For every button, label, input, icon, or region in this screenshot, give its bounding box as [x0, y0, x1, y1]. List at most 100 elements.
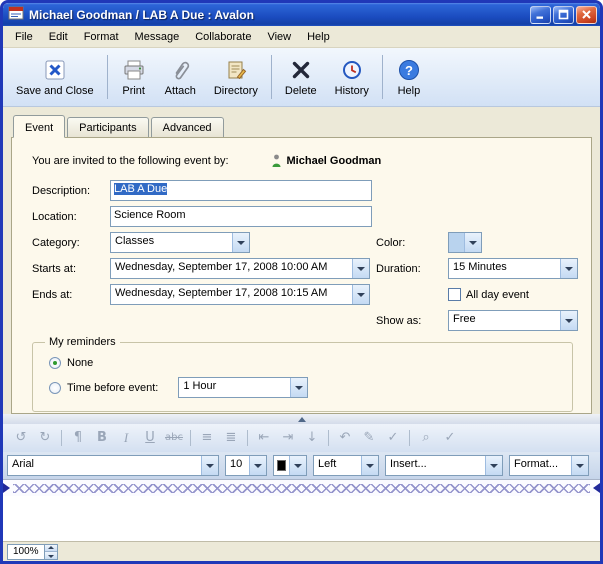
splitter-handle[interactable]: [3, 414, 600, 424]
description-row: Description: LAB A Due: [32, 180, 579, 201]
directory-icon: [223, 57, 249, 83]
toolbar: Save and Close Print Attach: [3, 48, 600, 107]
print-button[interactable]: Print: [112, 50, 156, 104]
title-bar[interactable]: Michael Goodman / LAB A Due : Avalon: [3, 3, 600, 26]
font-color-swatch: [277, 460, 286, 471]
toolbar-separator: [382, 55, 383, 99]
font-color-select[interactable]: [273, 455, 307, 476]
reminder-time-radio[interactable]: [49, 382, 61, 394]
ruler-left-marker[interactable]: [3, 483, 10, 493]
format-separator: [328, 430, 329, 446]
align-left-icon[interactable]: ≡: [196, 428, 218, 448]
directory-button[interactable]: Directory: [205, 50, 267, 104]
zoom-down-icon[interactable]: [45, 551, 57, 559]
find-icon[interactable]: ⌕: [415, 428, 437, 448]
ruler: [3, 479, 600, 496]
event-window: Michael Goodman / LAB A Due : Avalon Fil…: [0, 0, 603, 564]
format-select[interactable]: Format...: [509, 455, 589, 476]
save-and-close-button[interactable]: Save and Close: [7, 50, 103, 104]
font-size-value: 10: [226, 456, 249, 475]
tool-label: Help: [398, 85, 421, 97]
minimize-button[interactable]: [530, 6, 551, 24]
zoom-control[interactable]: 100%: [7, 544, 58, 560]
outdent-icon[interactable]: ⇤: [253, 428, 275, 448]
attach-button[interactable]: Attach: [156, 50, 205, 104]
invite-text: You are invited to the following event b…: [32, 155, 229, 167]
color-swatch: [449, 233, 464, 252]
delete-button[interactable]: Delete: [276, 50, 326, 104]
menu-message[interactable]: Message: [127, 28, 188, 46]
color-label: Color:: [376, 237, 448, 249]
paragraph-icon[interactable]: ¶: [67, 428, 89, 448]
inviter: Michael Goodman: [271, 154, 382, 168]
status-bar: 100%: [3, 541, 600, 561]
tab-participants[interactable]: Participants: [67, 117, 148, 137]
insert-select[interactable]: Insert...: [385, 455, 503, 476]
font-family-value: Arial: [8, 456, 201, 475]
show-as-label: Show as:: [376, 315, 448, 327]
rotate-right-icon[interactable]: ↻: [34, 428, 56, 448]
description-input[interactable]: LAB A Due: [110, 180, 372, 201]
category-value: Classes: [111, 233, 232, 252]
menu-help[interactable]: Help: [299, 28, 338, 46]
indent-icon[interactable]: ⇥: [277, 428, 299, 448]
category-select[interactable]: Classes: [110, 232, 250, 253]
location-input[interactable]: Science Room: [110, 206, 372, 227]
all-day-label: All day event: [466, 289, 529, 301]
undo-icon[interactable]: ↶: [334, 428, 356, 448]
message-body[interactable]: [3, 496, 600, 541]
reminder-none-radio[interactable]: [49, 357, 61, 369]
history-button[interactable]: History: [326, 50, 378, 104]
spellcheck-icon[interactable]: ✓: [439, 428, 461, 448]
font-size-select[interactable]: 10: [225, 455, 267, 476]
starts-label: Starts at:: [32, 263, 110, 275]
zoom-spinner[interactable]: [44, 545, 57, 559]
menu-collaborate[interactable]: Collaborate: [187, 28, 259, 46]
attach-icon: [167, 57, 193, 83]
tab-event[interactable]: Event: [13, 115, 65, 138]
tab-advanced[interactable]: Advanced: [151, 117, 224, 137]
format-separator: [409, 430, 410, 446]
annotate-icon[interactable]: ✎: [358, 428, 380, 448]
color-select[interactable]: [448, 232, 482, 253]
underline-icon[interactable]: U: [139, 428, 161, 448]
chevron-down-icon: [464, 233, 481, 252]
align-value: Left: [314, 456, 361, 475]
toolbar-separator: [107, 55, 108, 99]
tool-label: Print: [122, 85, 145, 97]
ruler-ticks: [13, 484, 590, 493]
save-close-icon: [42, 57, 68, 83]
zoom-value: 100%: [8, 545, 44, 559]
menu-file[interactable]: File: [7, 28, 41, 46]
chevron-down-icon: [290, 378, 307, 397]
align-justify-icon[interactable]: ≣: [220, 428, 242, 448]
print-icon: [121, 57, 147, 83]
bold-icon[interactable]: B: [91, 428, 113, 448]
menu-format[interactable]: Format: [76, 28, 127, 46]
insert-down-icon[interactable]: ↓: [301, 428, 323, 448]
help-glyph: ?: [405, 63, 413, 78]
starts-select[interactable]: Wednesday, September 17, 2008 10:00 AM: [110, 258, 370, 279]
rotate-left-icon[interactable]: ↺: [10, 428, 32, 448]
maximize-button[interactable]: [553, 6, 574, 24]
menu-view[interactable]: View: [259, 28, 299, 46]
strikethrough-icon[interactable]: abc: [163, 428, 185, 448]
close-button[interactable]: [576, 6, 597, 24]
align-select[interactable]: Left: [313, 455, 379, 476]
reminder-time-value: 1 Hour: [179, 378, 290, 397]
italic-icon[interactable]: I: [115, 428, 137, 448]
category-row: Category: Classes Color:: [32, 232, 579, 253]
location-label: Location:: [32, 211, 110, 223]
inviter-name: Michael Goodman: [287, 155, 382, 167]
show-as-select[interactable]: Free: [448, 310, 578, 331]
font-family-select[interactable]: Arial: [7, 455, 219, 476]
approve-icon[interactable]: ✓: [382, 428, 404, 448]
reminder-time-select[interactable]: 1 Hour: [178, 377, 308, 398]
ruler-right-marker[interactable]: [593, 483, 600, 493]
duration-select[interactable]: 15 Minutes: [448, 258, 578, 279]
ends-select[interactable]: Wednesday, September 17, 2008 10:15 AM: [110, 284, 370, 305]
all-day-checkbox[interactable]: [448, 288, 461, 301]
help-button[interactable]: ? Help: [387, 50, 431, 104]
menu-edit[interactable]: Edit: [41, 28, 76, 46]
delete-icon: [288, 57, 314, 83]
